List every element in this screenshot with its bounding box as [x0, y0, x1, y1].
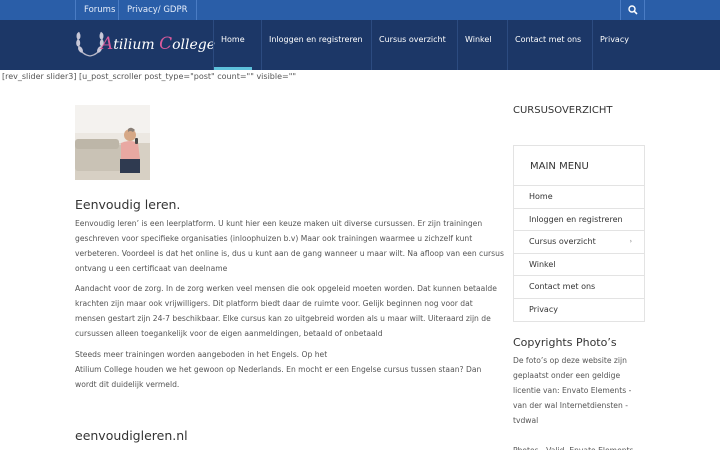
sidebar-item-contact[interactable]: Contact met ons — [514, 275, 644, 298]
logo-letter-c: C — [159, 34, 173, 54]
unrendered-shortcode-text: [rev_slider slider3] [u_post_scroller po… — [2, 72, 297, 81]
copyright-text-cutoff: Photos - Valid, Envato Elements — [513, 443, 645, 450]
nav-privacy[interactable]: Privacy — [592, 20, 636, 70]
top-utility-inner: Forums Privacy/ GDPR — [75, 0, 645, 20]
content-paragraph: Aandacht voor de zorg. In de zorg werken… — [75, 284, 497, 338]
content-paragraph: Steeds meer trainingen worden aangeboden… — [75, 350, 482, 389]
logo-wordmark: Atilium College — [101, 34, 215, 54]
main-navbar: Atilium College Home Inloggen en registr… — [0, 20, 720, 70]
nav-home[interactable]: Home — [213, 20, 252, 70]
person-on-sofa-image — [75, 105, 150, 180]
top-utility-bar: Forums Privacy/ GDPR — [0, 0, 720, 20]
content-title: Eenvoudig leren. — [75, 197, 181, 212]
logo-word-c: ollege — [172, 37, 216, 53]
main-menu-title: MAIN MENU — [530, 161, 589, 172]
cursusoverzicht-heading: CURSUSOVERZICHT — [513, 105, 613, 116]
sidebar-item-home[interactable]: Home — [514, 185, 644, 208]
copyright-text: De foto’s op deze website zijn geplaatst… — [513, 356, 632, 425]
search-icon — [628, 5, 638, 15]
sidebar-item-label: Cursus overzicht — [529, 237, 596, 246]
sidebar-item-winkel[interactable]: Winkel — [514, 252, 644, 276]
nav-contact[interactable]: Contact met ons — [507, 20, 588, 70]
sidebar-item-cursus-overzicht[interactable]: Cursus overzicht › — [514, 230, 644, 253]
site-logo[interactable]: Atilium College — [75, 26, 215, 62]
content-paragraph: Eenvoudig leren’ is een leerplatform. U … — [75, 219, 504, 273]
sidebar-item-inloggen[interactable]: Inloggen en registreren — [514, 207, 644, 231]
main-menu-widget: MAIN MENU Home Inloggen en registreren C… — [513, 145, 645, 322]
logo-word-a: tilium — [113, 37, 160, 53]
chevron-right-icon: › — [629, 238, 632, 245]
copyright-title: Copyrights Photo’s — [513, 336, 617, 349]
forums-link[interactable]: Forums — [75, 0, 123, 20]
search-button[interactable] — [620, 0, 645, 20]
featured-image[interactable] — [75, 105, 150, 180]
nav-cursus-overzicht[interactable]: Cursus overzicht — [371, 20, 453, 70]
nav-inloggen-registreren[interactable]: Inloggen en registreren — [261, 20, 370, 70]
content-subtitle: eenvoudigleren.nl — [75, 428, 188, 443]
privacy-gdpr-link[interactable]: Privacy/ GDPR — [118, 0, 197, 20]
nav-winkel[interactable]: Winkel — [457, 20, 499, 70]
sidebar-item-privacy[interactable]: Privacy — [514, 297, 644, 321]
logo-letter-a: A — [101, 34, 114, 54]
